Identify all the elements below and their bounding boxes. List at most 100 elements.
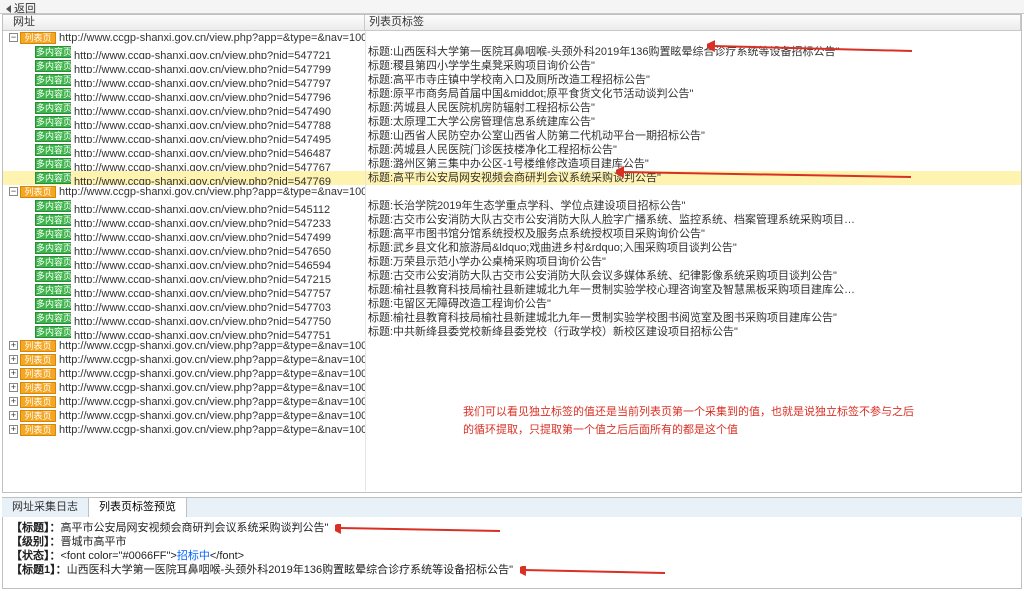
expand-icon[interactable]: + — [9, 383, 18, 392]
label-cell[interactable]: 标题:屯留区无障碍改造工程询价公告" — [366, 297, 1021, 311]
tree-row[interactable]: +列表页http://www.ccgp-shanxi.gov.cn/view.p… — [3, 395, 365, 409]
tree-row[interactable]: 多内容页http://www.ccgp-shanxi.gov.cn/view.p… — [3, 241, 365, 255]
tree-row[interactable]: 多内容页http://www.ccgp-shanxi.gov.cn/view.p… — [3, 269, 365, 283]
tree-spacer — [25, 171, 35, 185]
tree-spacer — [25, 157, 35, 171]
badge-green: 多内容页 — [35, 74, 71, 86]
url-text: http://www.ccgp-shanxi.gov.cn/view.php?n… — [74, 50, 331, 59]
url-text: http://www.ccgp-shanxi.gov.cn/view.php?n… — [74, 232, 331, 241]
label-cell[interactable] — [366, 367, 1021, 381]
expand-icon[interactable]: + — [9, 397, 18, 406]
tree-row[interactable]: 多内容页http://www.ccgp-shanxi.gov.cn/view.p… — [3, 227, 365, 241]
arrow-annotation-log1 — [335, 524, 505, 534]
url-text: http://www.ccgp-shanxi.gov.cn/view.php?a… — [59, 410, 365, 422]
tree-row[interactable]: 多内容页http://www.ccgp-shanxi.gov.cn/view.p… — [3, 87, 365, 101]
collapse-icon[interactable]: − — [9, 187, 18, 196]
tree-row[interactable]: 多内容页http://www.ccgp-shanxi.gov.cn/view.p… — [3, 297, 365, 311]
expand-icon[interactable]: + — [9, 341, 18, 350]
label-cell[interactable]: 标题:长治学院2019年生态学重点学科、学位点建设项目招标公告" — [366, 199, 1021, 213]
url-text: http://www.ccgp-shanxi.gov.cn/view.php?n… — [74, 120, 331, 129]
tree-row[interactable]: 多内容页http://www.ccgp-shanxi.gov.cn/view.p… — [3, 199, 365, 213]
label-cell[interactable] — [366, 31, 1021, 45]
tree-row[interactable]: 多内容页http://www.ccgp-shanxi.gov.cn/view.p… — [3, 45, 365, 59]
tree-row[interactable]: 多内容页http://www.ccgp-shanxi.gov.cn/view.p… — [3, 143, 365, 157]
collapse-icon[interactable]: − — [9, 33, 18, 42]
tree-row[interactable]: 多内容页http://www.ccgp-shanxi.gov.cn/view.p… — [3, 59, 365, 73]
tree-row[interactable]: +列表页http://www.ccgp-shanxi.gov.cn/view.p… — [3, 409, 365, 423]
label-cell[interactable]: 标题:稷县第四小学学生桌凳采购项目询价公告" — [366, 59, 1021, 73]
label-cell[interactable]: 标题:榆社县教育科技局榆社县新建城北九年一贯制实验学校图书阅览室及图书采购项目建… — [366, 311, 1021, 325]
bottom-tabs: 网址采集日志列表页标签预览 — [2, 497, 1022, 517]
tree-spacer — [25, 325, 35, 339]
label-cell[interactable] — [366, 339, 1021, 353]
label-cell[interactable]: 标题:山西医科大学第一医院耳鼻咽喉-头颈外科2019年136购置眩晕综合诊疗系统… — [366, 45, 1021, 59]
badge-green: 多内容页 — [35, 102, 71, 114]
label-cell[interactable]: 标题:芮城县人民医院门诊医技楼净化工程招标公告" — [366, 143, 1021, 157]
tree-row[interactable]: 多内容页http://www.ccgp-shanxi.gov.cn/view.p… — [3, 325, 365, 339]
label-cell[interactable]: 标题:榆社县教育科技局榆社县新建城北九年一贯制实验学校心理咨询室及智慧黑板采购项… — [366, 283, 1021, 297]
expand-icon[interactable]: + — [9, 411, 18, 420]
label-cell[interactable]: 标题:原平市商务局首届中国&middot;原平食货文化节活动谈判公告" — [366, 87, 1021, 101]
url-text: http://www.ccgp-shanxi.gov.cn/view.php?n… — [74, 246, 331, 255]
tree-row[interactable]: +列表页http://www.ccgp-shanxi.gov.cn/view.p… — [3, 381, 365, 395]
tree-row[interactable]: 多内容页http://www.ccgp-shanxi.gov.cn/view.p… — [3, 115, 365, 129]
tree-spacer — [25, 59, 35, 73]
url-text: http://www.ccgp-shanxi.gov.cn/view.php?a… — [59, 32, 365, 44]
label-cell[interactable]: 标题:万荣县示范小学办公桌椅采购项目询价公告" — [366, 255, 1021, 269]
annotation-line2: 的循环提取，只提取第一个值之后后面所有的都是这个值 — [463, 424, 738, 436]
label-cell[interactable] — [366, 353, 1021, 367]
tree-row[interactable]: 多内容页http://www.ccgp-shanxi.gov.cn/view.p… — [3, 213, 365, 227]
tab-preview[interactable]: 列表页标签预览 — [89, 498, 187, 518]
label-cell[interactable]: 标题:芮城县人民医院机房防辐射工程招标公告" — [366, 101, 1021, 115]
badge-orange: 列表页 — [20, 186, 56, 198]
badge-green: 多内容页 — [35, 172, 71, 184]
tree-row[interactable]: 多内容页http://www.ccgp-shanxi.gov.cn/view.p… — [3, 283, 365, 297]
tree-row[interactable]: +列表页http://www.ccgp-shanxi.gov.cn/view.p… — [3, 423, 365, 437]
tree-row[interactable]: 多内容页http://www.ccgp-shanxi.gov.cn/view.p… — [3, 129, 365, 143]
column-header-label[interactable]: 列表页标签 — [365, 15, 1021, 31]
tree-row[interactable]: +列表页http://www.ccgp-shanxi.gov.cn/view.p… — [3, 367, 365, 381]
expand-icon[interactable]: + — [9, 355, 18, 364]
label-cell[interactable]: 标题:古交市公安消防大队古交市公安消防大队会议多媒体系统、纪律影像系统采购项目谈… — [366, 269, 1021, 283]
url-text: http://www.ccgp-shanxi.gov.cn/view.php?n… — [74, 260, 331, 269]
url-text: http://www.ccgp-shanxi.gov.cn/view.php?n… — [74, 148, 331, 157]
badge-green: 多内容页 — [35, 312, 71, 324]
label-cell[interactable]: 标题:高平市图书馆分馆系统授权及服务点系统授权项目采购询价公告" — [366, 227, 1021, 241]
tree-spacer — [25, 115, 35, 129]
label-cell[interactable] — [366, 381, 1021, 395]
tree-row[interactable]: −列表页http://www.ccgp-shanxi.gov.cn/view.p… — [3, 31, 365, 45]
tree-row[interactable]: 多内容页http://www.ccgp-shanxi.gov.cn/view.p… — [3, 171, 365, 185]
label-cell[interactable]: 标题:古交市公安消防大队古交市公安消防大队人脸字广播系统、监控系统、档案管理系统… — [366, 213, 1021, 227]
label-cell[interactable] — [366, 185, 1021, 199]
label-cell[interactable]: 标题:潞州区第三集中办公区-1号楼维修改造项目建库公告" — [366, 157, 1021, 171]
tree-row[interactable]: 多内容页http://www.ccgp-shanxi.gov.cn/view.p… — [3, 311, 365, 325]
url-text: http://www.ccgp-shanxi.gov.cn/view.php?n… — [74, 176, 331, 185]
label-cell[interactable]: 标题:高平市寺庄镇中学校南入口及厕所改造工程招标公告" — [366, 73, 1021, 87]
tree-row[interactable]: 多内容页http://www.ccgp-shanxi.gov.cn/view.p… — [3, 255, 365, 269]
tree-row[interactable]: 多内容页http://www.ccgp-shanxi.gov.cn/view.p… — [3, 101, 365, 115]
label-cell[interactable]: 标题:高平市公安局网安视频会商研判会议系统采购谈判公告" — [366, 171, 1021, 185]
url-text: http://www.ccgp-shanxi.gov.cn/view.php?n… — [74, 92, 331, 101]
tree-row[interactable]: +列表页http://www.ccgp-shanxi.gov.cn/view.p… — [3, 353, 365, 367]
log-line-level: 【级别】：晋城市高平市 — [11, 535, 1013, 549]
expand-icon[interactable]: + — [9, 425, 18, 434]
badge-green: 多内容页 — [35, 144, 71, 156]
back-arrow-icon — [6, 5, 11, 13]
tree-row[interactable]: +列表页http://www.ccgp-shanxi.gov.cn/view.p… — [3, 339, 365, 353]
tree-row[interactable]: 多内容页http://www.ccgp-shanxi.gov.cn/view.p… — [3, 73, 365, 87]
tab-log[interactable]: 网址采集日志 — [2, 498, 89, 518]
tree-row[interactable]: −列表页http://www.ccgp-shanxi.gov.cn/view.p… — [3, 185, 365, 199]
badge-green: 多内容页 — [35, 326, 71, 338]
label-cell[interactable]: 标题:中共新绛县委党校新绛县委党校（行政学校）新校区建设项目招标公告" — [366, 325, 1021, 339]
url-text: http://www.ccgp-shanxi.gov.cn/view.php?n… — [74, 288, 331, 297]
label-cell[interactable]: 标题:武乡县文化和旅游局&ldquo;戏曲进乡村&rdquo;入围采购项目谈判公… — [366, 241, 1021, 255]
column-header-url[interactable]: 网址 — [3, 15, 365, 31]
url-text: http://www.ccgp-shanxi.gov.cn/view.php?n… — [74, 64, 331, 73]
badge-green: 多内容页 — [35, 116, 71, 128]
label-cell[interactable]: 标题:山西省人民防空办公室山西省人防第二代机动平台一期招标公告" — [366, 129, 1021, 143]
label-cell[interactable]: 标题:太原理工大学公房管理信息系统建库公告" — [366, 115, 1021, 129]
badge-green: 多内容页 — [35, 270, 71, 282]
expand-icon[interactable]: + — [9, 369, 18, 378]
tree-row[interactable]: 多内容页http://www.ccgp-shanxi.gov.cn/view.p… — [3, 157, 365, 171]
badge-orange: 列表页 — [20, 368, 56, 380]
